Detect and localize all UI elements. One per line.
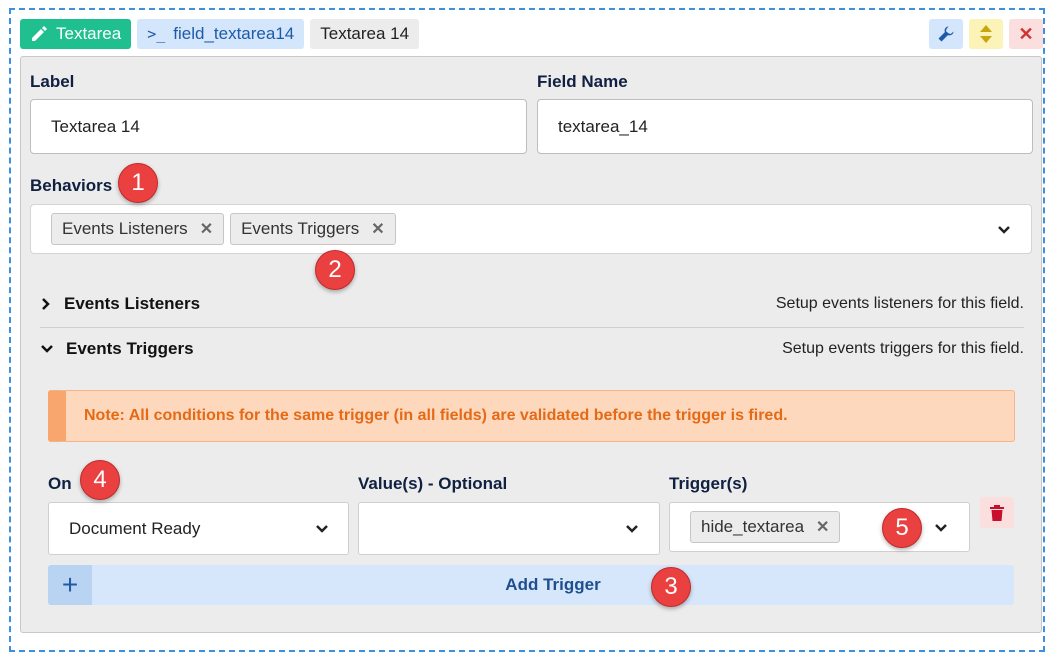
field-name-input[interactable]: textarea_14: [537, 99, 1033, 154]
section-events-triggers[interactable]: Events Triggers Setup events triggers fo…: [40, 327, 1024, 371]
trigger-chip: hide_textarea ✕: [690, 511, 841, 543]
chip-label: Events Triggers: [241, 219, 360, 238]
behaviors-caption: Behaviors: [30, 176, 113, 195]
field-toolbar: ✕: [929, 19, 1043, 49]
behavior-chip-events-triggers: Events Triggers ✕: [230, 213, 396, 245]
trigger-note: Note: All conditions for the same trigge…: [48, 390, 1015, 442]
annotation-badge-4: 4: [80, 460, 120, 500]
chevron-down-icon: [935, 524, 947, 532]
annotation-badge-1: 1: [118, 163, 158, 203]
pencil-icon: [32, 26, 47, 41]
add-trigger-button[interactable]: + Add Trigger: [48, 565, 1014, 605]
section-description: Setup events triggers for this field.: [782, 340, 1024, 357]
add-trigger-label: Add Trigger: [505, 575, 601, 594]
chevron-down-icon: [316, 525, 328, 533]
behavior-chip-events-listeners: Events Listeners ✕: [51, 213, 225, 245]
chevron-down-icon: [626, 525, 638, 533]
chip-label: Events Listeners: [62, 219, 188, 238]
chevron-down-icon: [41, 345, 53, 353]
field-key-label: field_textarea14: [173, 24, 295, 43]
chip-label: hide_textarea: [701, 517, 805, 536]
remove-field-button[interactable]: ✕: [1009, 19, 1043, 49]
chevron-down-icon[interactable]: [997, 223, 1011, 237]
label-input[interactable]: Textarea 14: [30, 99, 527, 154]
section-title: Events Listeners: [64, 294, 201, 313]
remove-chip-icon[interactable]: ✕: [200, 219, 213, 239]
terminal-icon: >_: [147, 25, 166, 43]
annotation-badge-2: 2: [315, 250, 355, 290]
plus-icon: +: [48, 565, 92, 605]
trash-icon: [990, 504, 1004, 521]
annotation-badge-5: 5: [882, 508, 922, 548]
annotation-badge-3: 3: [651, 567, 691, 607]
settings-button[interactable]: [929, 19, 963, 49]
section-events-listeners[interactable]: Events Listeners Setup events listeners …: [40, 282, 1024, 326]
field-type-label: Textarea: [56, 24, 122, 43]
on-select[interactable]: Document Ready: [48, 502, 349, 555]
close-icon: ✕: [1018, 23, 1034, 44]
remove-chip-icon[interactable]: ✕: [371, 219, 384, 239]
field-type-tag: Textarea: [20, 19, 132, 49]
behaviors-multiselect[interactable]: Events Listeners ✕ Events Triggers ✕: [30, 204, 1032, 254]
section-title: Events Triggers: [66, 339, 194, 358]
field-name-caption: Field Name: [537, 72, 628, 91]
values-select[interactable]: [358, 502, 660, 555]
on-select-value: Document Ready: [69, 518, 201, 538]
triggers-multiselect[interactable]: hide_textarea ✕: [669, 502, 970, 552]
label-caption: Label: [30, 72, 75, 91]
field-key-tag: >_ field_textarea14: [137, 19, 305, 49]
field-name-tag: Textarea 14: [310, 19, 420, 49]
values-caption: Value(s) - Optional: [358, 474, 508, 493]
chevron-right-icon: [42, 298, 50, 310]
section-description: Setup events listeners for this field.: [775, 295, 1024, 312]
delete-trigger-button[interactable]: [980, 497, 1014, 528]
move-icon: [980, 25, 992, 43]
field-header: Textarea >_ field_textarea14 Textarea 14: [20, 18, 420, 50]
wrench-icon: [938, 26, 954, 42]
field-name-label: Textarea 14: [320, 24, 410, 43]
remove-chip-icon[interactable]: ✕: [816, 517, 829, 537]
on-caption: On: [48, 474, 72, 493]
move-button[interactable]: [969, 19, 1003, 49]
triggers-caption: Trigger(s): [669, 474, 748, 493]
